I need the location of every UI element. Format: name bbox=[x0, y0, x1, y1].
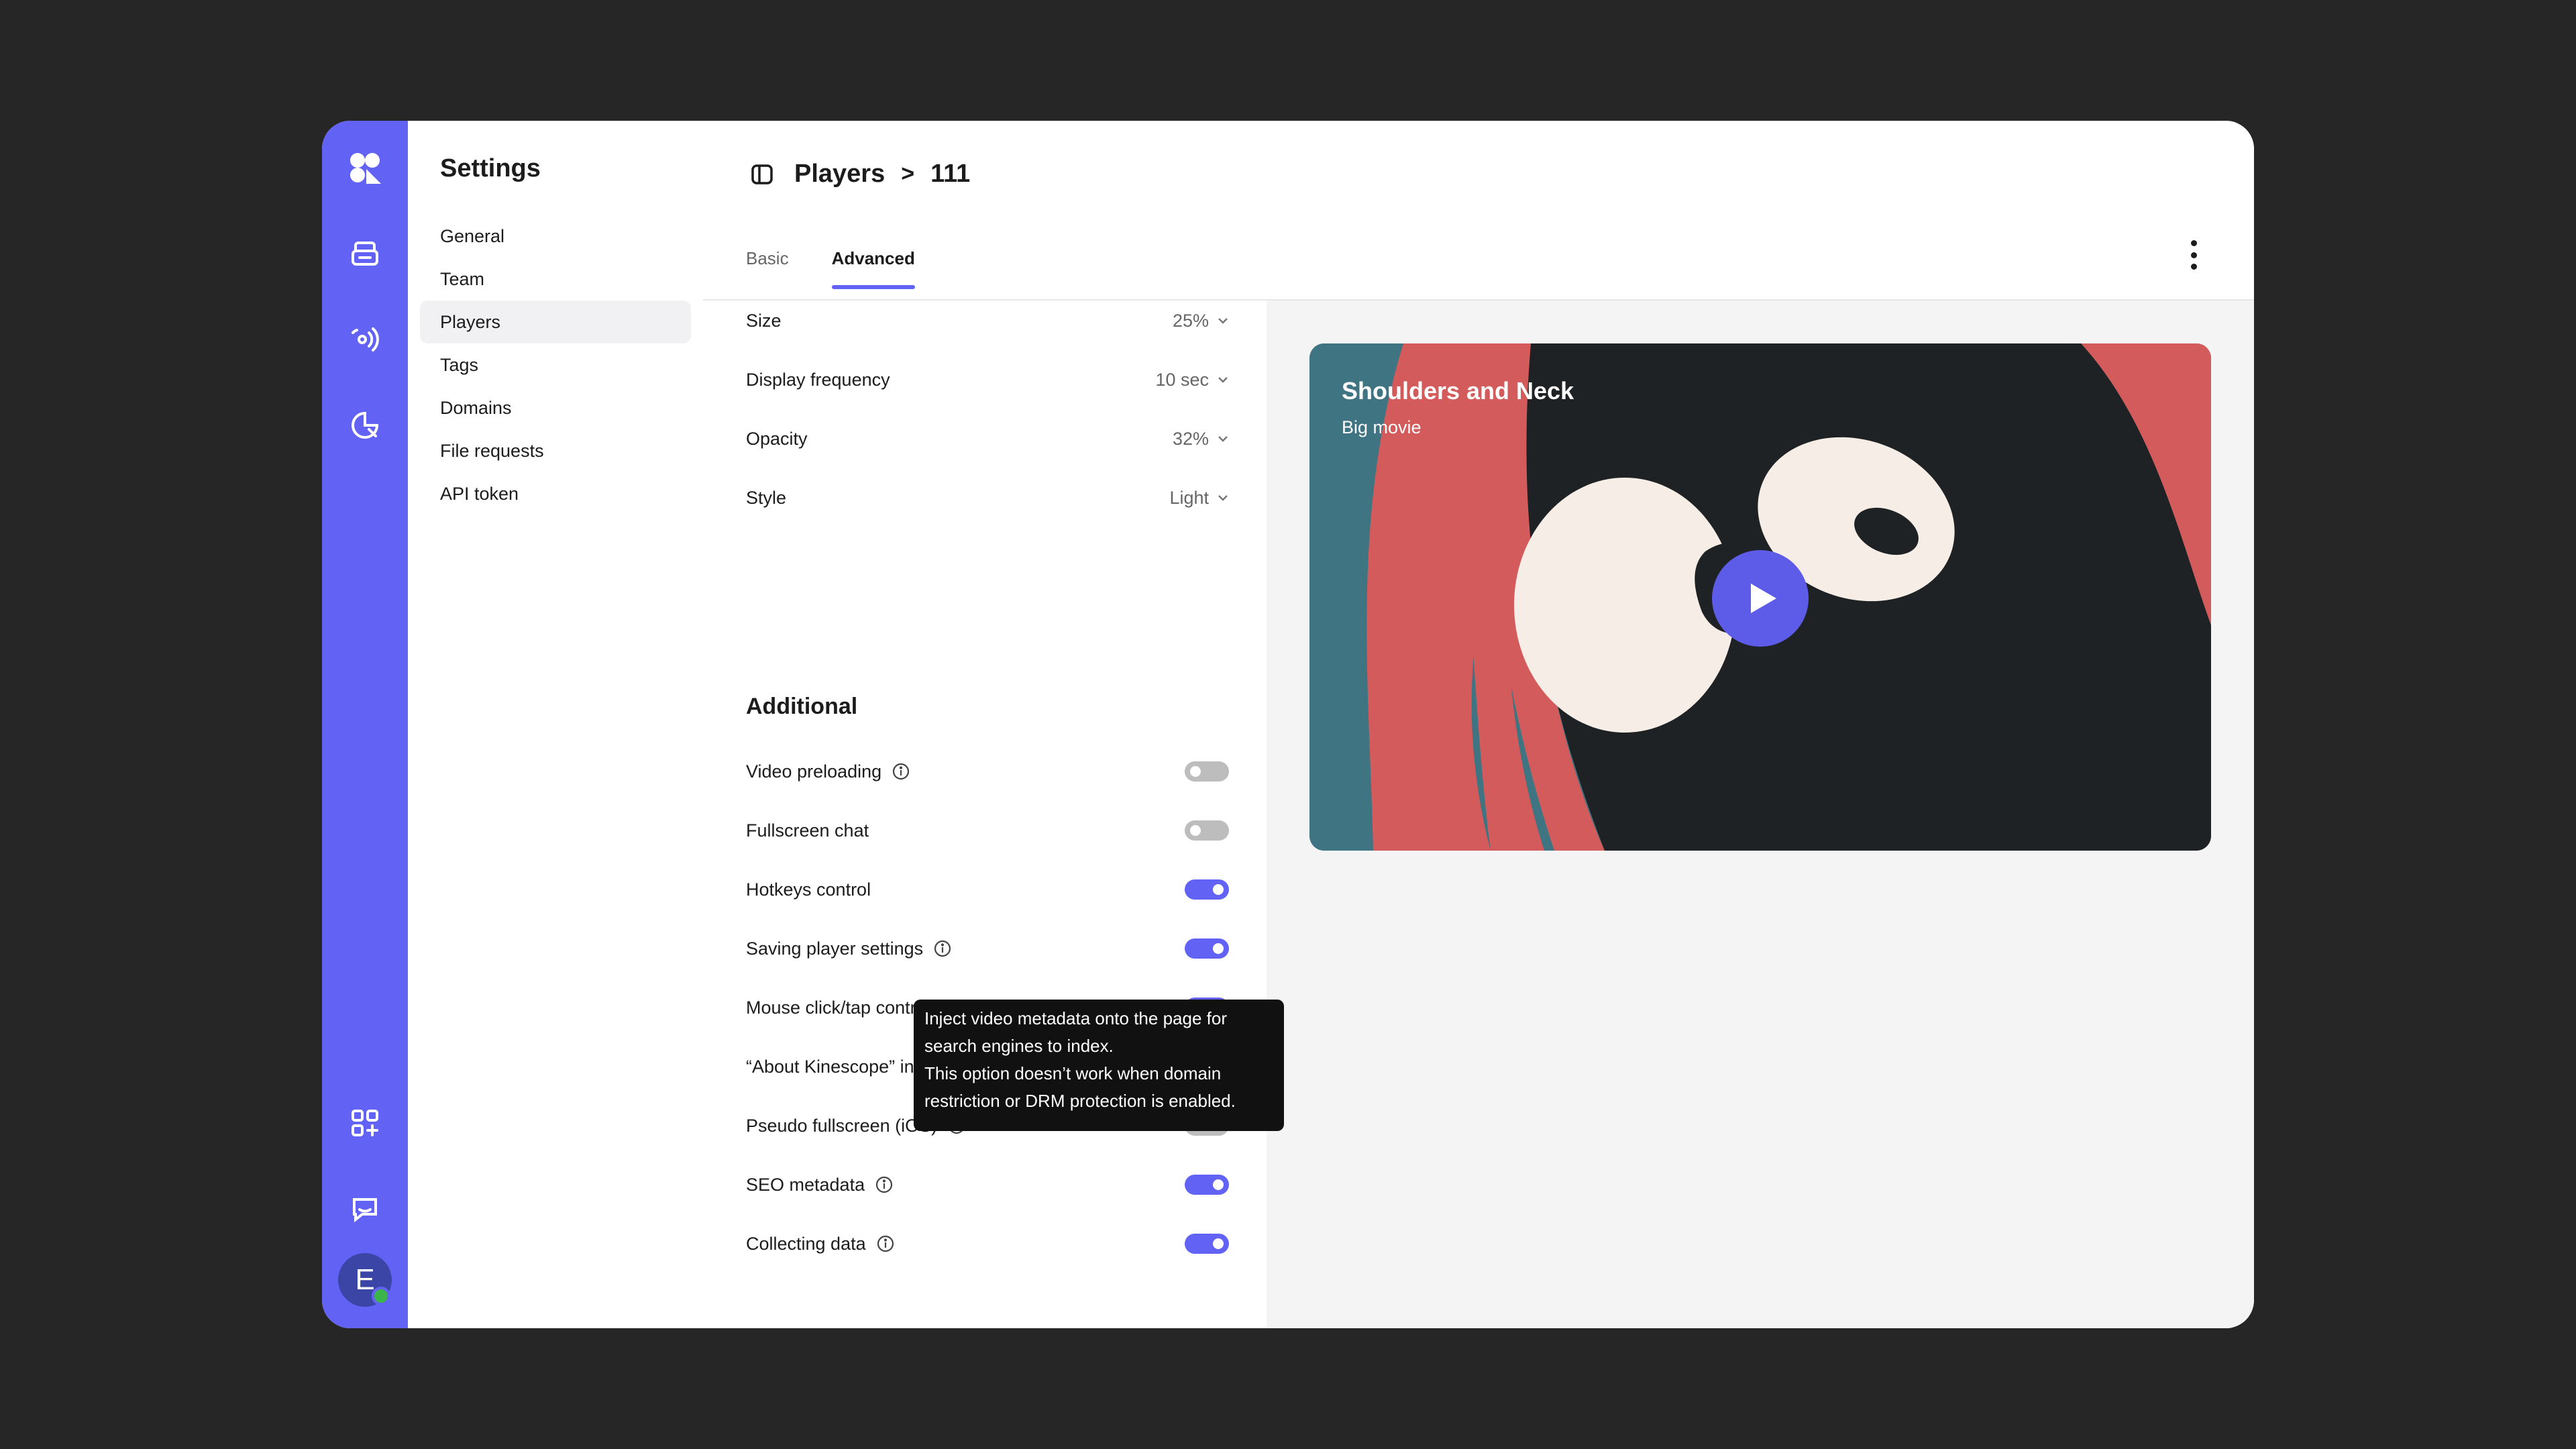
saving-player-settings-toggle[interactable] bbox=[1185, 938, 1229, 959]
hotkeys-control-label: Hotkeys control bbox=[746, 879, 871, 900]
toggle-rows: Video preloading Fullscreen chat Hotkeys… bbox=[703, 301, 1267, 1328]
nav-item-team[interactable]: Team bbox=[420, 258, 691, 301]
hotkeys-control-setting: Hotkeys control bbox=[746, 873, 1229, 906]
info-icon[interactable] bbox=[875, 1234, 896, 1254]
saving-player-settings-label: Saving player settings bbox=[746, 938, 924, 959]
fullscreen-chat-label: Fullscreen chat bbox=[746, 820, 869, 841]
add-apps-icon[interactable] bbox=[345, 1103, 385, 1143]
seo-metadata-toggle[interactable] bbox=[1185, 1175, 1229, 1195]
video-preloading-label: Video preloading bbox=[746, 761, 882, 782]
video-player[interactable]: Shoulders and Neck Big movie bbox=[1309, 343, 2211, 851]
settings-menu: General Team Players Tags Domains File r… bbox=[420, 215, 691, 515]
chat-icon[interactable] bbox=[345, 1189, 385, 1229]
info-icon[interactable] bbox=[932, 938, 953, 959]
mouse-click-control-label: Mouse click/tap control bbox=[746, 997, 930, 1018]
avatar[interactable]: E bbox=[338, 1253, 392, 1307]
collecting-data-label: Collecting data bbox=[746, 1233, 866, 1254]
video-subtitle: Big movie bbox=[1342, 417, 1421, 437]
video-preloading-toggle[interactable] bbox=[1185, 761, 1229, 782]
seo-metadata-tooltip: Inject video metadata onto the page for … bbox=[914, 1000, 1284, 1131]
tooltip-line: restriction or DRM protection is enabled… bbox=[924, 1091, 1236, 1111]
tooltip-line: Inject video metadata onto the page for bbox=[924, 1008, 1227, 1028]
fullscreen-chat-setting: Fullscreen chat bbox=[746, 814, 1229, 847]
video-title: Shoulders and Neck bbox=[1342, 377, 1574, 405]
broadcast-icon[interactable] bbox=[345, 319, 385, 360]
settings-title: Settings bbox=[440, 154, 541, 182]
nav-item-domains[interactable]: Domains bbox=[420, 386, 691, 429]
fullscreen-chat-toggle[interactable] bbox=[1185, 820, 1229, 841]
player-preview-panel: Shoulders and Neck Big movie bbox=[1267, 301, 2254, 1328]
collecting-data-setting: Collecting data bbox=[746, 1228, 1229, 1260]
folder-icon[interactable] bbox=[345, 233, 385, 274]
tooltip-line: search engines to index. bbox=[924, 1036, 1114, 1056]
settings-sidebar: Settings General Team Players Tags Domai… bbox=[408, 121, 704, 1328]
logo-icon[interactable] bbox=[345, 148, 385, 188]
app-window: E Settings General Team Players Tags Dom… bbox=[322, 121, 2254, 1328]
play-button[interactable] bbox=[1712, 550, 1809, 647]
pseudo-fullscreen-label: Pseudo fullscreen (iOS) bbox=[746, 1115, 938, 1136]
info-icon[interactable] bbox=[891, 761, 911, 782]
saving-player-settings-setting: Saving player settings bbox=[746, 932, 1229, 965]
collecting-data-toggle[interactable] bbox=[1185, 1234, 1229, 1254]
video-preloading-setting: Video preloading bbox=[746, 755, 1229, 788]
seo-metadata-label: SEO metadata bbox=[746, 1174, 865, 1195]
icon-rail: E bbox=[322, 121, 408, 1328]
tooltip-line: This option doesn’t work when domain bbox=[924, 1063, 1222, 1083]
nav-item-api-token[interactable]: API token bbox=[420, 472, 691, 515]
nav-item-players[interactable]: Players bbox=[420, 301, 691, 343]
toggle-list: Video preloading Fullscreen chat Hotkeys… bbox=[703, 121, 2254, 1328]
nav-item-general[interactable]: General bbox=[420, 215, 691, 258]
info-icon[interactable] bbox=[874, 1175, 894, 1195]
nav-item-file-requests[interactable]: File requests bbox=[420, 429, 691, 472]
nav-item-tags[interactable]: Tags bbox=[420, 343, 691, 386]
hotkeys-control-toggle[interactable] bbox=[1185, 879, 1229, 900]
play-icon bbox=[1751, 584, 1776, 613]
seo-metadata-setting: SEO metadata bbox=[746, 1169, 1229, 1201]
analytics-icon[interactable] bbox=[345, 405, 385, 445]
online-status-dot bbox=[372, 1287, 390, 1305]
